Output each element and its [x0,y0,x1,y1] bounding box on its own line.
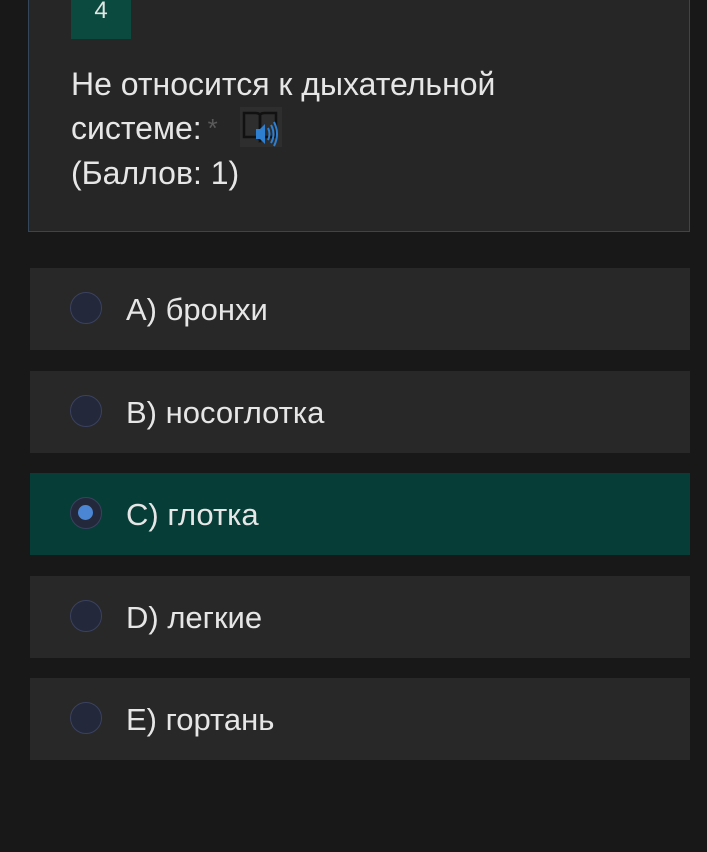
radio-button[interactable] [70,395,102,427]
option-label: E) гортань [126,702,275,737]
radio-selected-dot [78,505,93,520]
option-label: A) бронхи [126,292,268,327]
audio-read-aloud-icon[interactable] [239,106,282,147]
required-marker: * [207,113,218,143]
option-c[interactable]: C) глотка [30,473,690,555]
question-line-2-text: системе: [71,110,202,146]
question-line-1: Не относится к дыхательной [71,66,496,102]
radio-button[interactable] [70,292,102,324]
question-number-badge: 4 [71,0,131,39]
option-label: C) глотка [126,497,259,532]
radio-button-selected[interactable] [70,497,102,529]
option-label: B) носоглотка [126,395,325,430]
question-text: Не относится к дыхательной системе: * (Ба… [71,62,631,195]
option-d[interactable]: D) легкие [30,576,690,658]
option-label: D) легкие [126,600,263,635]
question-line-2: системе: * [71,106,631,151]
question-points: (Баллов: 1) [71,154,240,191]
option-e[interactable]: E) гортань [30,678,690,760]
radio-button[interactable] [70,600,102,632]
option-b[interactable]: B) носоглотка [30,371,690,453]
option-a[interactable]: A) бронхи [30,268,690,350]
question-card: 4 Не относится к дыхательной системе: * (… [28,0,690,232]
radio-button[interactable] [70,702,102,734]
